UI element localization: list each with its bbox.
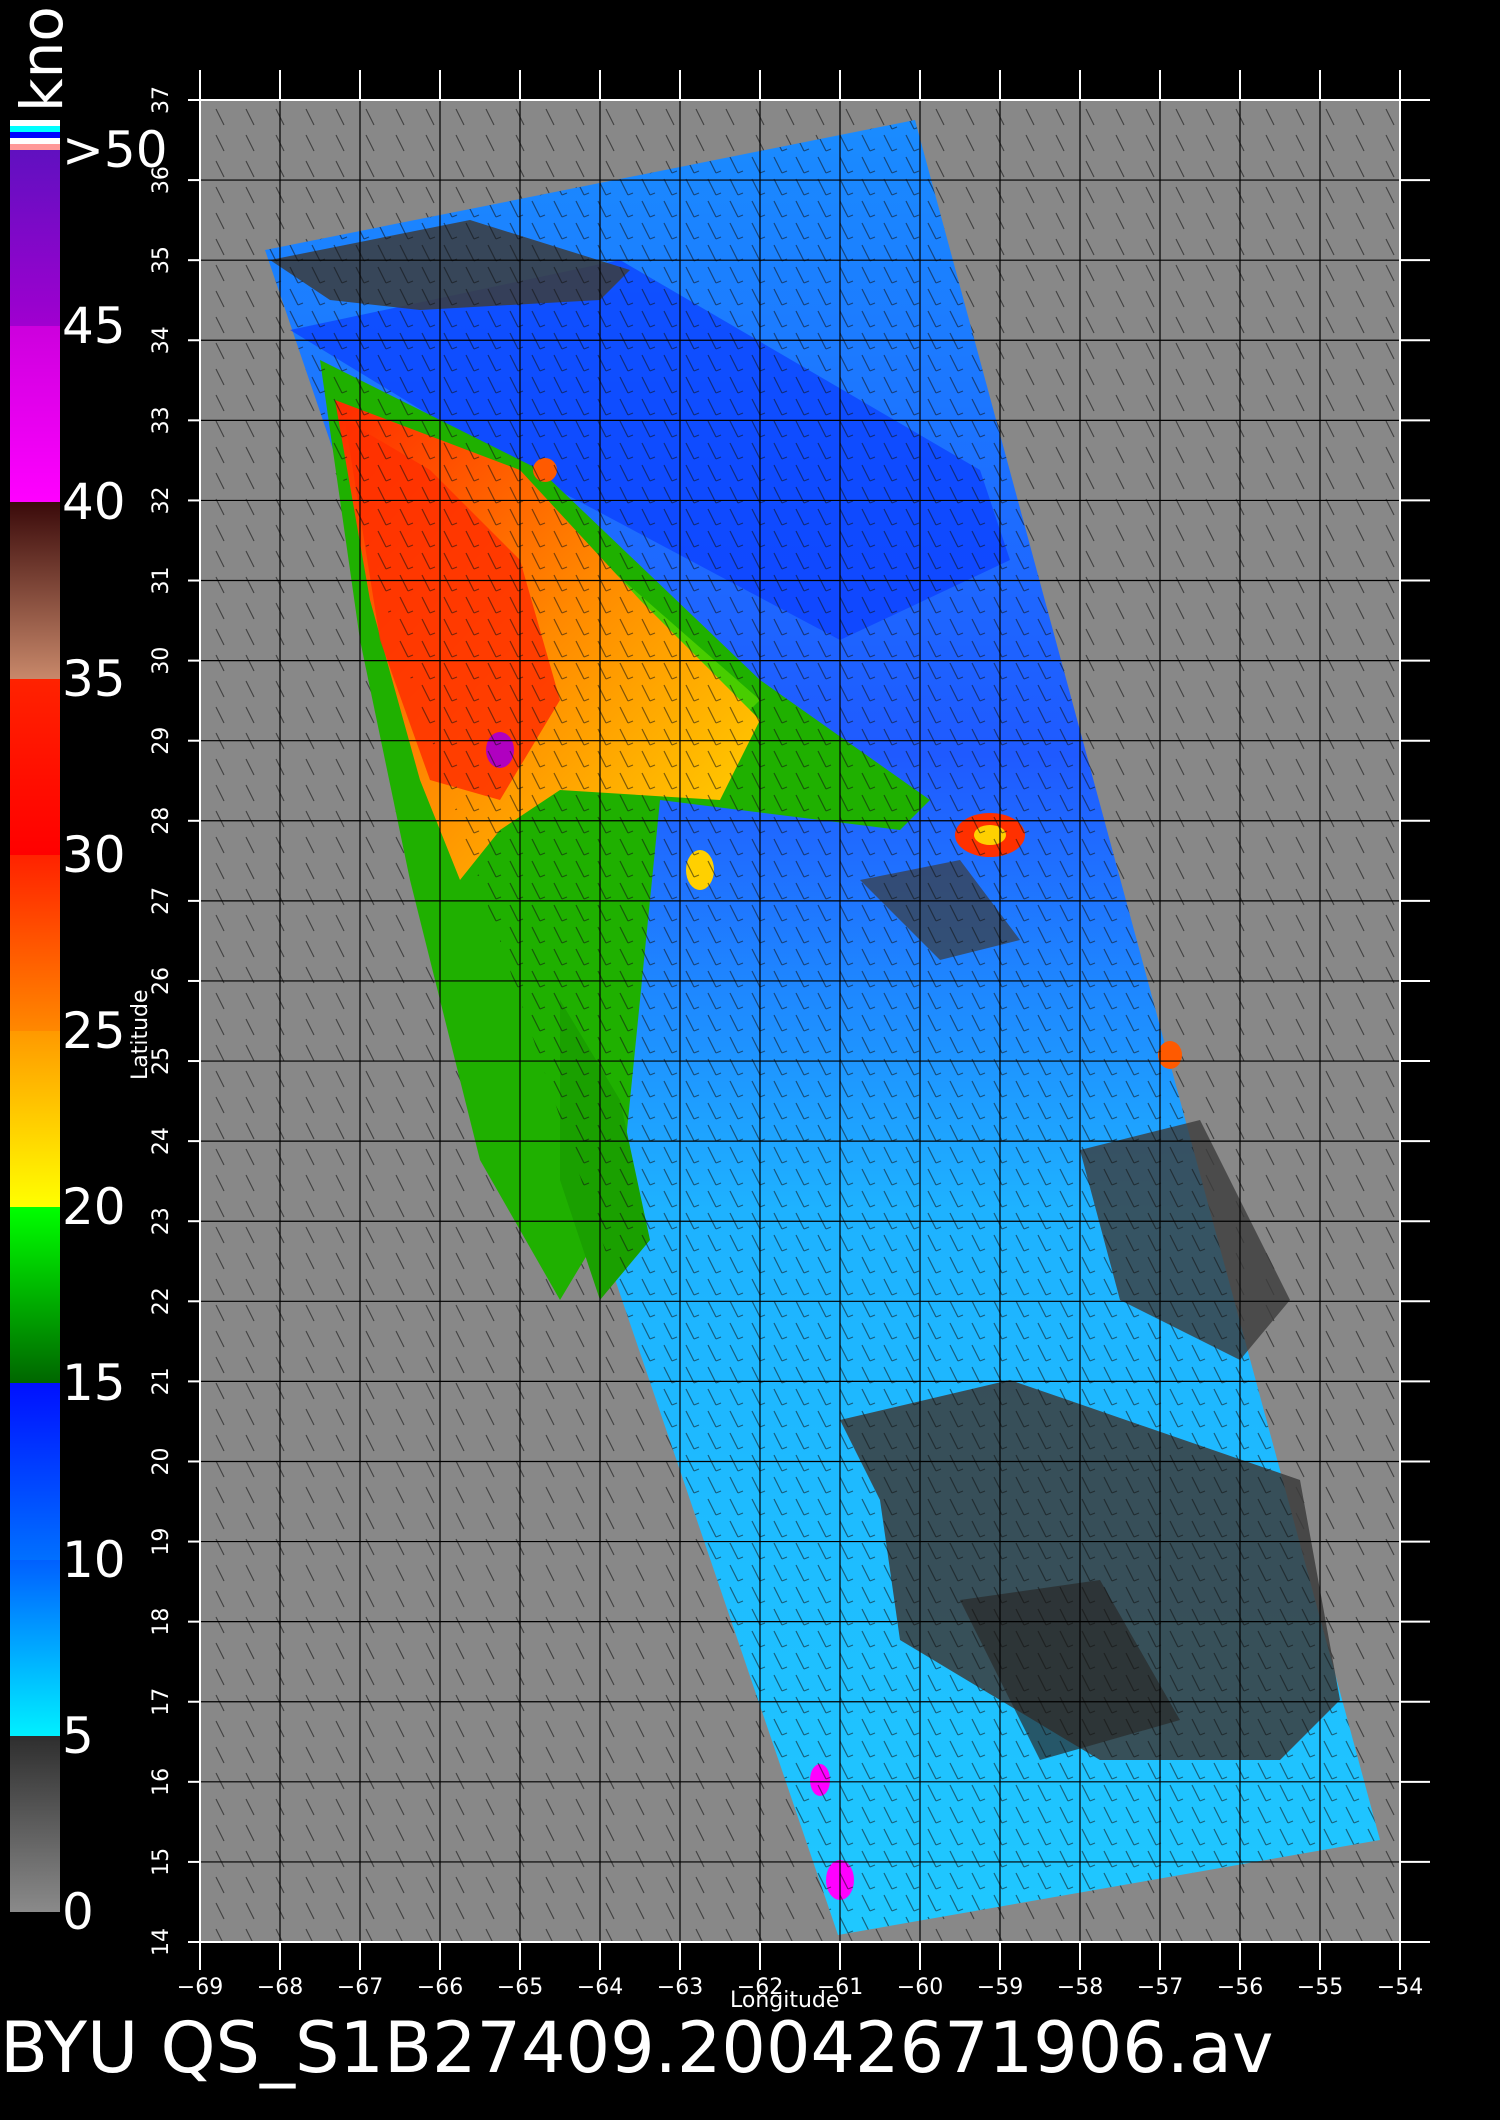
colorbar-label: 35 <box>62 649 126 708</box>
lat-tick-label: 14 <box>149 1928 174 1956</box>
colorbar-segment <box>10 1031 60 1208</box>
lat-tick-label: 17 <box>149 1688 174 1716</box>
lat-tick-label: 30 <box>149 647 174 675</box>
colorbar-label: 15 <box>62 1354 126 1413</box>
unit-label: kno <box>8 0 118 112</box>
lon-tick-label: −66 <box>417 1975 463 2000</box>
colorbar <box>10 150 60 1912</box>
colorbar-segment <box>10 502 60 679</box>
colorbar-label: 0 <box>62 1883 94 1941</box>
colorbar-label: 10 <box>62 1530 126 1589</box>
lon-tick-label: −60 <box>897 1975 943 2000</box>
colorbar-label: 40 <box>62 473 126 532</box>
lat-tick-label: 21 <box>149 1367 174 1395</box>
lon-tick-label: −63 <box>657 1975 703 2000</box>
lon-tick-label: −64 <box>577 1975 623 2000</box>
colorbar-segment <box>10 1207 60 1384</box>
colorbar-label: 45 <box>62 297 126 356</box>
wind-map-figure: −69 −68 −67 −66 −65 −64 −63 −62 −61 −60 −59 −58 −57−… <box>149 70 1430 2000</box>
lat-tick-label: 24 <box>149 1127 174 1155</box>
lon-tick-label: −59 <box>977 1975 1023 2000</box>
lat-tick-label: 32 <box>149 486 174 514</box>
colorbar-label: 30 <box>62 825 126 884</box>
lon-tick-label: −55 <box>1297 1975 1343 2000</box>
colorbar-segment <box>10 326 60 503</box>
lat-tick-label: 18 <box>149 1608 174 1636</box>
colorbar-segment <box>10 1559 60 1736</box>
colorbar-overflow-swatch <box>10 144 60 150</box>
colorbar-segment <box>10 1383 60 1560</box>
colorbar-segment <box>10 678 60 855</box>
lat-tick-label: 22 <box>149 1287 174 1315</box>
lat-tick-label: 29 <box>149 727 174 755</box>
lat-tick-label: 23 <box>149 1207 174 1235</box>
lat-tick-label: 35 <box>149 246 174 274</box>
colorbar-segment <box>10 854 60 1031</box>
colorbar-segment <box>10 1735 60 1912</box>
lat-tick-label: 34 <box>149 326 174 354</box>
lat-tick-label: 20 <box>149 1447 174 1475</box>
lat-tick-label: 27 <box>149 887 174 915</box>
lon-tick-label: −57 <box>1137 1975 1183 2000</box>
lon-tick-label: −56 <box>1217 1975 1263 2000</box>
unit-label-text: kno <box>8 6 76 112</box>
lon-tick-label: −68 <box>257 1975 303 2000</box>
lat-tick-label: 19 <box>149 1528 174 1556</box>
file-name-footer: BYU QS_S1B27409.20042671906.av <box>0 2007 1274 2089</box>
lon-tick-label: −54 <box>1377 1975 1423 2000</box>
lat-tick-label: 33 <box>149 406 174 434</box>
colorbar-label: 20 <box>62 1178 126 1237</box>
colorbar-label: 25 <box>62 1002 126 1060</box>
lat-tick-label: 37 <box>149 86 174 114</box>
y-axis-label: Latitude <box>128 989 153 1080</box>
lon-tick-label: −69 <box>177 1975 223 2000</box>
colorbar-label: 5 <box>62 1706 94 1765</box>
lat-tick-label: 31 <box>149 567 174 595</box>
colorbar-label: >50 <box>62 121 168 179</box>
colorbar-segment <box>10 150 60 327</box>
lon-tick-label: −65 <box>497 1975 543 2000</box>
lon-tick-label: −67 <box>337 1975 383 2000</box>
lat-tick-label: 16 <box>149 1768 174 1796</box>
lon-tick-label: −58 <box>1057 1975 1103 2000</box>
lat-tick-label: 28 <box>149 807 174 835</box>
lat-tick-label: 15 <box>149 1848 174 1876</box>
